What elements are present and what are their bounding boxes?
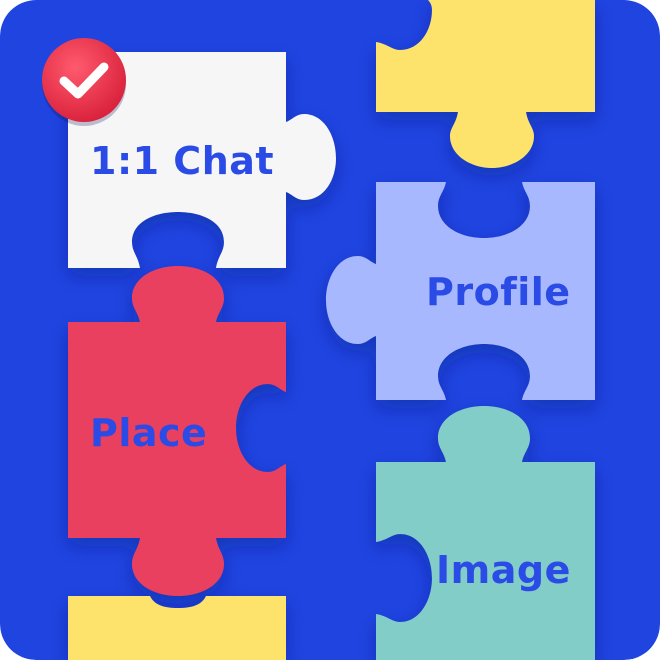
puzzle-board: 1:1 Chat Profile Place Image	[0, 0, 660, 660]
image-piece-label: Image	[436, 548, 571, 592]
place-piece-label: Place	[90, 411, 208, 455]
profile-piece-label: Profile	[426, 270, 571, 314]
chat-piece-label: 1:1 Chat	[90, 139, 275, 183]
selected-badge	[42, 38, 126, 126]
